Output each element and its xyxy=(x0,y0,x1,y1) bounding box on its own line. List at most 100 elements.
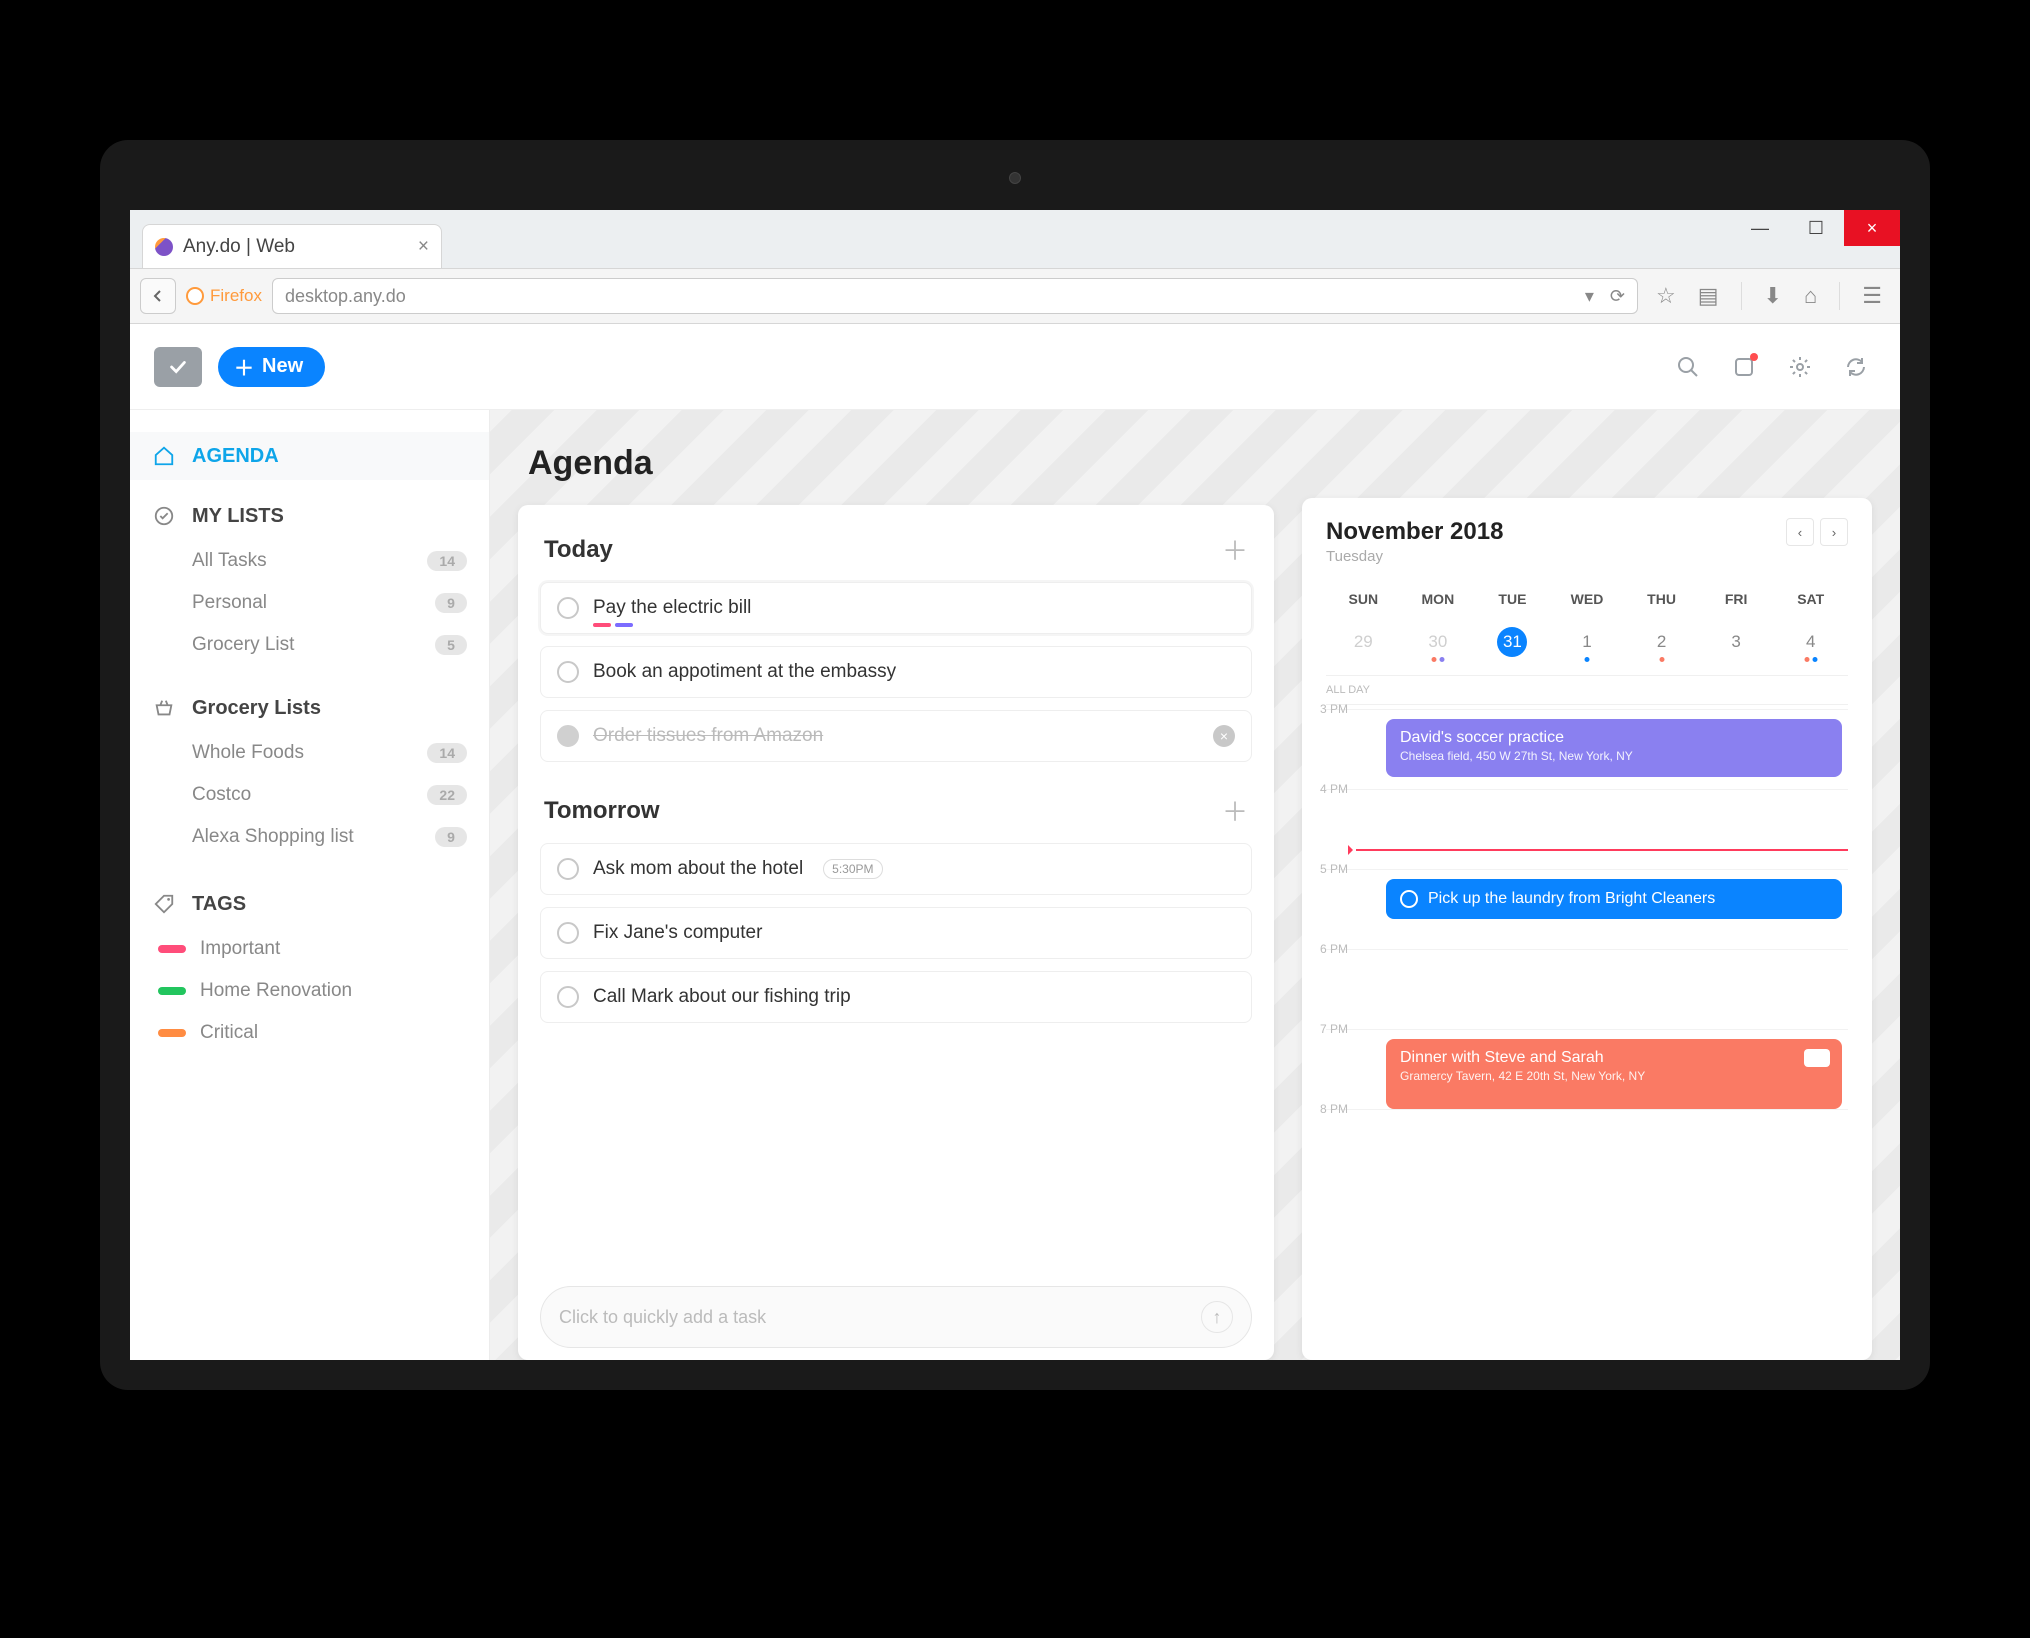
task-title: Call Mark about our fishing trip xyxy=(593,986,851,1008)
window-maximize-button[interactable]: ☐ xyxy=(1788,210,1844,246)
task-title: Order tissues from Amazon xyxy=(593,725,823,747)
address-bar[interactable]: desktop.any.do ▾ ⟳ xyxy=(272,278,1638,314)
tag-icon xyxy=(152,892,176,916)
calendar-date-cell[interactable]: 30 xyxy=(1401,626,1476,664)
calendar-event[interactable]: David's soccer practiceChelsea field, 45… xyxy=(1386,719,1842,777)
event-subtitle: Chelsea field, 450 W 27th St, New York, … xyxy=(1400,749,1828,763)
calendar-event[interactable]: Pick up the laundry from Bright Cleaners xyxy=(1386,879,1842,919)
event-title: Pick up the laundry from Bright Cleaners xyxy=(1428,890,1828,908)
count-badge: 9 xyxy=(435,593,467,613)
calendar-date-cell[interactable]: 31 xyxy=(1475,621,1550,669)
sidebar-tag-item[interactable]: Home Renovation xyxy=(130,970,489,1012)
home-icon[interactable]: ⌂ xyxy=(1804,283,1817,309)
calendar-prev-button[interactable]: ‹ xyxy=(1786,518,1814,546)
count-badge: 5 xyxy=(435,635,467,655)
tab-close-icon[interactable]: × xyxy=(418,236,429,258)
task-checkbox[interactable] xyxy=(557,922,579,944)
hour-label: 6 PM xyxy=(1320,942,1348,956)
window-minimize-button[interactable]: — xyxy=(1732,210,1788,246)
task-title: Pay the electric bill xyxy=(593,597,751,619)
sidebar-tag-item[interactable]: Critical xyxy=(130,1012,489,1054)
download-icon[interactable]: ⬇ xyxy=(1764,283,1782,309)
task-item[interactable]: Ask mom about the hotel5:30PM xyxy=(540,843,1252,895)
plus-icon: ＋ xyxy=(234,352,254,381)
new-button[interactable]: ＋ New xyxy=(218,347,325,387)
calendar-date-cell[interactable]: 4 xyxy=(1773,626,1848,664)
add-today-task-button[interactable]: ＋ xyxy=(1222,531,1248,568)
firefox-label: Firefox xyxy=(186,286,262,306)
task-checkbox[interactable] xyxy=(557,858,579,880)
url-text: desktop.any.do xyxy=(285,286,406,307)
quick-add-submit-icon[interactable]: ↑ xyxy=(1201,1301,1233,1333)
task-item[interactable]: Call Mark about our fishing trip xyxy=(540,971,1252,1023)
task-tags xyxy=(593,623,633,627)
basket-icon xyxy=(152,696,176,720)
calendar-date-cell[interactable]: 2 xyxy=(1624,626,1699,664)
reload-icon[interactable]: ⟳ xyxy=(1610,286,1625,307)
sidebar-list-item[interactable]: Costco22 xyxy=(130,774,489,816)
window-close-button[interactable]: × xyxy=(1844,210,1900,246)
task-item[interactable]: Pay the electric bill xyxy=(540,582,1252,634)
calendar-date-cell[interactable]: 29 xyxy=(1326,626,1401,664)
firefox-icon xyxy=(186,287,204,305)
task-checkbox[interactable] xyxy=(557,725,579,747)
task-checkbox[interactable] xyxy=(557,986,579,1008)
event-title: Dinner with Steve and Sarah xyxy=(1400,1049,1828,1067)
count-badge: 22 xyxy=(427,785,467,805)
search-icon[interactable] xyxy=(1668,347,1708,387)
calendar-next-button[interactable]: › xyxy=(1820,518,1848,546)
task-item[interactable]: Fix Jane's computer xyxy=(540,907,1252,959)
separator xyxy=(1741,282,1742,310)
calendar-date-cell[interactable]: 1 xyxy=(1550,626,1625,664)
all-day-label: ALL DAY xyxy=(1326,675,1848,705)
sidebar-my-lists-header[interactable]: MY LISTS xyxy=(130,492,489,540)
task-title: Fix Jane's computer xyxy=(593,922,762,944)
sidebar-list-item[interactable]: Grocery List5 xyxy=(130,624,489,666)
count-badge: 9 xyxy=(435,827,467,847)
add-tomorrow-task-button[interactable]: ＋ xyxy=(1222,792,1248,829)
hour-label: 4 PM xyxy=(1320,782,1348,796)
sync-icon[interactable] xyxy=(1836,347,1876,387)
tab-title: Any.do | Web xyxy=(183,236,295,258)
quick-add-input[interactable]: Click to quickly add a task ↑ xyxy=(540,1286,1252,1348)
notifications-icon[interactable] xyxy=(1724,347,1764,387)
sidebar-agenda[interactable]: AGENDA xyxy=(130,432,489,480)
sidebar-list-item[interactable]: Whole Foods14 xyxy=(130,732,489,774)
sidebar-grocery-lists-header[interactable]: Grocery Lists xyxy=(130,684,489,732)
app-toolbar: ＋ New xyxy=(130,324,1900,410)
hour-label: 3 PM xyxy=(1320,702,1348,716)
task-checkbox[interactable] xyxy=(557,661,579,683)
task-item[interactable]: Book an appotiment at the embassy xyxy=(540,646,1252,698)
sidebar-list-item[interactable]: Alexa Shopping list9 xyxy=(130,816,489,858)
quick-add-placeholder: Click to quickly add a task xyxy=(559,1307,766,1328)
reader-icon[interactable]: ▤ xyxy=(1698,283,1719,309)
task-dismiss-icon[interactable]: × xyxy=(1213,725,1235,747)
hour-row: 6 PM xyxy=(1326,949,1848,1029)
sidebar-list-item[interactable]: Personal9 xyxy=(130,582,489,624)
task-item[interactable]: Order tissues from Amazon × xyxy=(540,710,1252,762)
sidebar-list-item[interactable]: All Tasks14 xyxy=(130,540,489,582)
tag-color-chip-icon xyxy=(158,987,186,995)
menu-icon[interactable]: ☰ xyxy=(1862,283,1882,309)
calendar-dow: MON xyxy=(1401,591,1476,607)
tasks-panel: Today ＋ Pay the electric bill Book an app… xyxy=(518,505,1274,1360)
task-time-chip: 5:30PM xyxy=(823,859,882,879)
browser-back-button[interactable] xyxy=(140,278,176,314)
sidebar-tag-item[interactable]: Important xyxy=(130,928,489,970)
calendar-event[interactable]: Dinner with Steve and SarahGramercy Tave… xyxy=(1386,1039,1842,1109)
calendar-panel: November 2018 Tuesday ‹ › SUNMONTUEWEDTH… xyxy=(1302,498,1872,1360)
tablet-camera xyxy=(1009,172,1021,184)
calendar-date-cell[interactable]: 3 xyxy=(1699,626,1774,664)
house-icon xyxy=(152,444,176,468)
calendar-dow: WED xyxy=(1550,591,1625,607)
calendar-weekday: Tuesday xyxy=(1326,548,1503,565)
browser-tab[interactable]: Any.do | Web × xyxy=(142,224,442,268)
today-heading: Today xyxy=(544,536,613,564)
dropdown-icon[interactable]: ▾ xyxy=(1585,286,1594,307)
settings-icon[interactable] xyxy=(1780,347,1820,387)
sidebar-tags-header[interactable]: TAGS xyxy=(130,880,489,928)
task-checkbox[interactable] xyxy=(557,597,579,619)
calendar-dow: FRI xyxy=(1699,591,1774,607)
bookmark-icon[interactable]: ☆ xyxy=(1656,283,1676,309)
app-logo-icon[interactable] xyxy=(154,347,202,387)
